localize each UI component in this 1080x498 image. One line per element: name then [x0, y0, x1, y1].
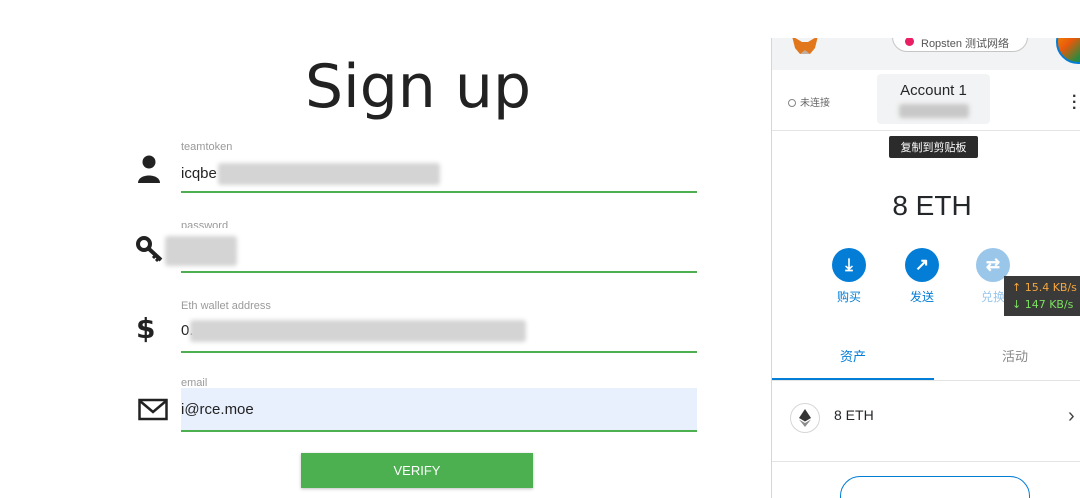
teamtoken-label: teamtoken [181, 141, 233, 153]
tab-activity[interactable]: 活动 [934, 346, 1080, 365]
upload-speed: ↑ 15.4 KB/s [1012, 281, 1077, 294]
page-title: Sign up [304, 52, 532, 122]
connection-status[interactable]: 未连接 [788, 94, 830, 109]
connection-status-label: 未连接 [800, 98, 830, 109]
kebab-menu-icon[interactable]: · · · [1072, 89, 1077, 117]
network-name: Ropsten 测试网络 [921, 38, 1010, 50]
user-icon [136, 154, 162, 184]
download-speed: ↓ 147 KB/s [1012, 298, 1074, 311]
dollar-icon: $ [136, 312, 156, 345]
wallet-tabs: 资产 活动 [772, 328, 1080, 381]
tab-assets[interactable]: 资产 [772, 346, 934, 365]
envelope-icon [138, 398, 168, 428]
send-button[interactable]: ↗ 发送 [887, 248, 957, 305]
email-underline [181, 430, 697, 432]
network-selector[interactable]: Ropsten 测试网络 [892, 38, 1028, 52]
redacted-blur [165, 236, 237, 266]
key-icon [136, 234, 163, 264]
redacted-blur [190, 320, 526, 342]
teamtoken-input[interactable]: icqbe [181, 165, 217, 182]
wallet-header: Ropsten 测试网络 [772, 38, 1080, 70]
status-dot-icon [788, 99, 796, 108]
account-bar: 未连接 Account 1 · · · [772, 70, 1080, 131]
copy-tooltip: 复制到剪贴板 [889, 136, 978, 158]
balance: 8 ETH [892, 190, 972, 221]
email-input[interactable]: i@rce.moe [181, 401, 254, 418]
account-selector[interactable]: Account 1 [877, 74, 990, 124]
account-name: Account 1 [900, 82, 967, 99]
password-label: password [181, 220, 229, 228]
add-token-button[interactable] [840, 476, 1030, 498]
download-icon: ⤓ [832, 248, 866, 282]
redacted-blur [899, 104, 969, 118]
chevron-right-icon: › [1068, 405, 1075, 427]
arrow-up-right-icon: ↗ [905, 248, 939, 282]
wallet-underline [181, 351, 697, 353]
password-underline [181, 271, 697, 273]
asset-amount: 8 ETH [834, 407, 874, 423]
wallet-label: Eth wallet address [181, 300, 271, 312]
buy-label: 购买 [836, 290, 861, 304]
teamtoken-underline [181, 191, 697, 193]
email-field-bg[interactable] [181, 388, 697, 431]
network-dot-icon [905, 38, 914, 46]
signup-panel: Sign up teamtoken icqbe password $ Eth w… [0, 0, 770, 498]
account-avatar[interactable] [1056, 38, 1080, 64]
send-label: 发送 [909, 290, 934, 304]
network-speed-widget: ↑ 15.4 KB/s ↓ 147 KB/s [1004, 276, 1080, 316]
redacted-blur [218, 163, 440, 185]
active-tab-indicator [772, 378, 934, 380]
ethereum-icon [790, 403, 820, 433]
verify-button[interactable]: VERIFY [301, 453, 533, 488]
buy-button[interactable]: ⤓ 购买 [814, 248, 884, 305]
fox-logo-icon [790, 38, 820, 56]
wallet-panel: Ropsten 测试网络 未连接 Account 1 · · · 复制到剪贴板 8 … [771, 38, 1080, 498]
asset-row[interactable]: 8 ETH › [772, 381, 1080, 462]
